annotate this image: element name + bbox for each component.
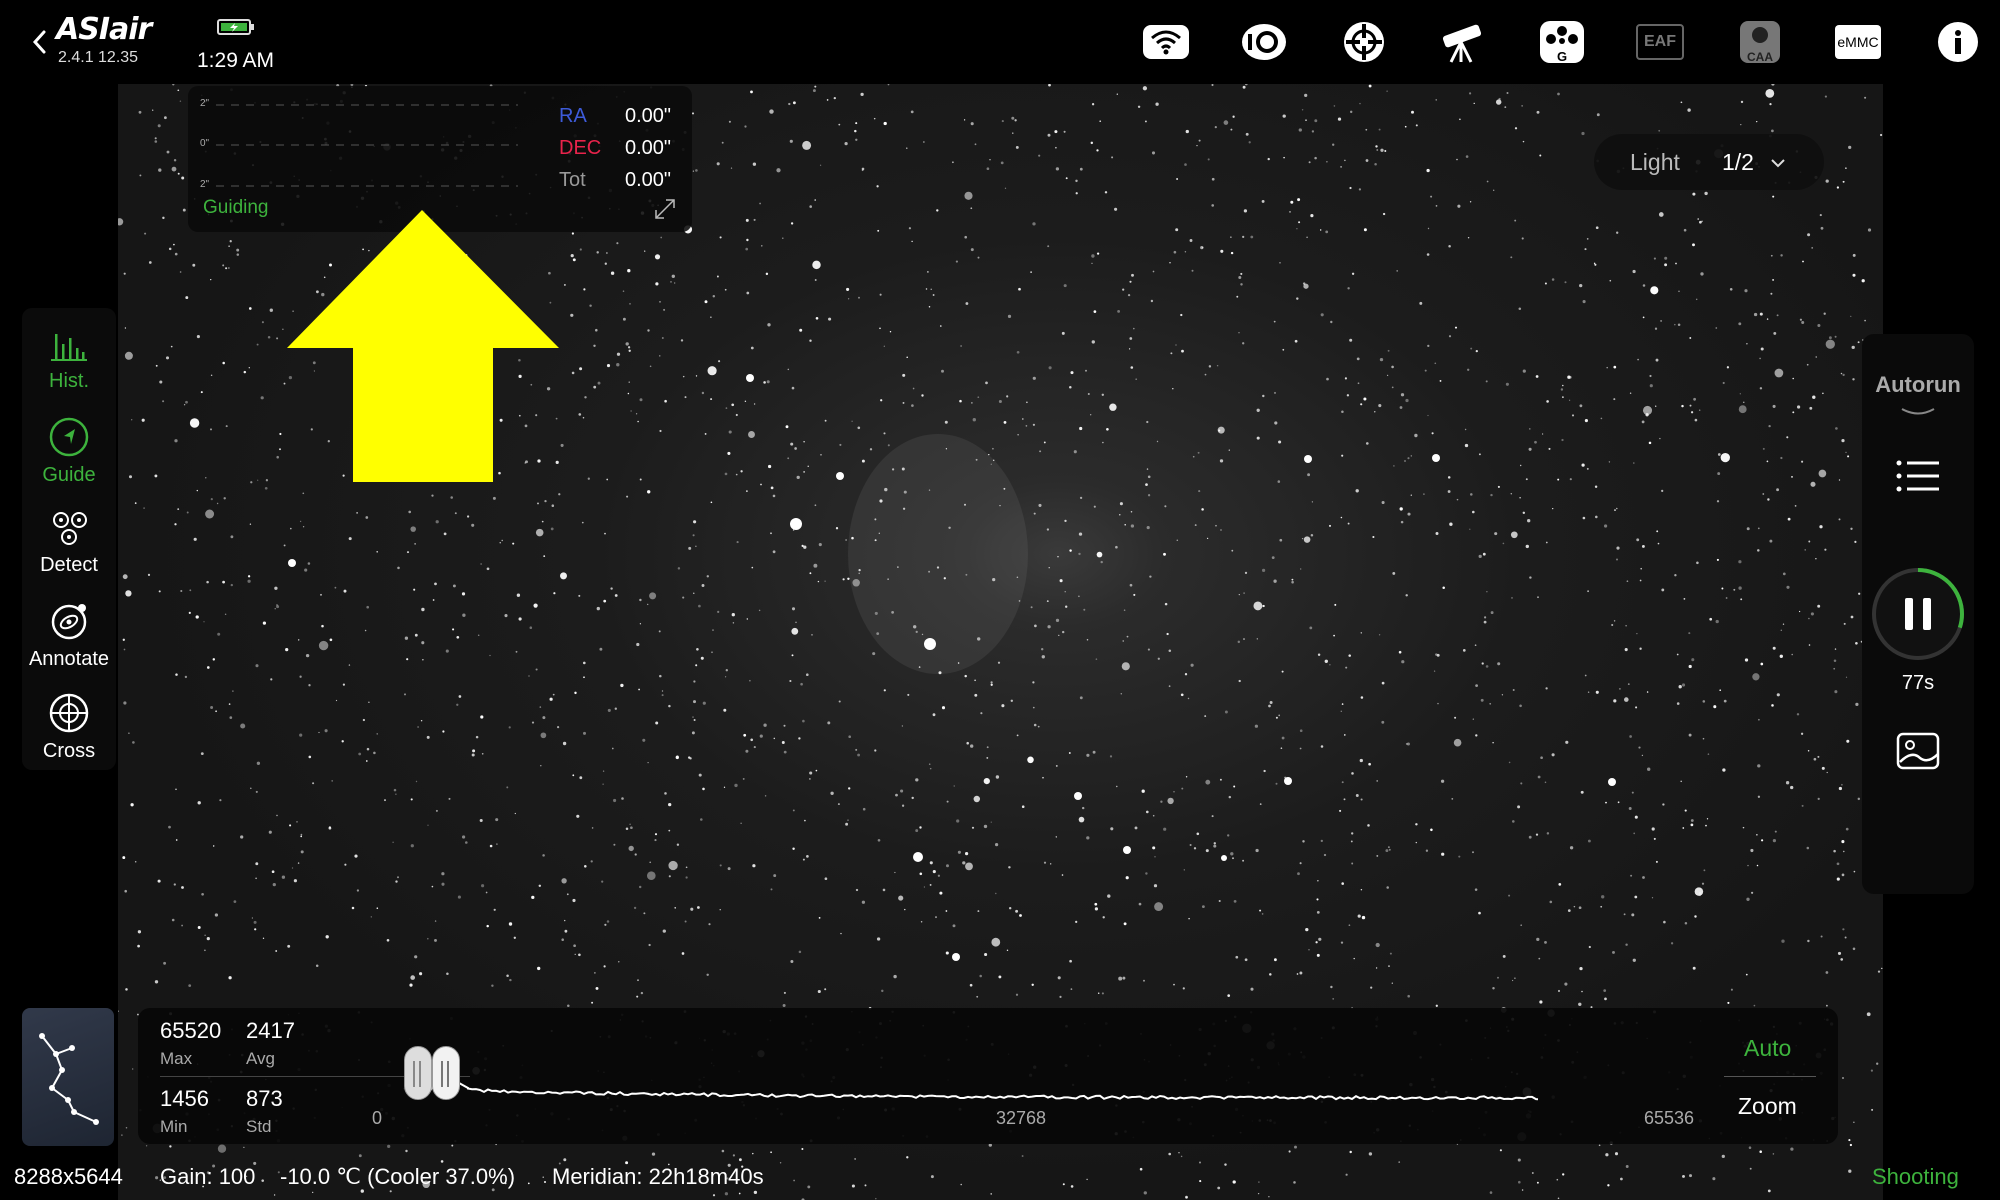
wifi-icon[interactable] <box>1140 18 1192 66</box>
info-icon[interactable] <box>1932 18 1984 66</box>
sidebar-label-hist: Hist. <box>49 370 89 392</box>
white-point-slider[interactable] <box>432 1046 460 1100</box>
status-resolution: 8288x5644 <box>14 1164 123 1189</box>
tot-label: Tot <box>559 169 586 191</box>
histogram-icon <box>51 334 87 361</box>
eaf-icon[interactable]: EAF <box>1634 18 1686 66</box>
left-sidebar: Hist. Guide Detect Annotate Cross <box>22 308 116 770</box>
guide-graph <box>216 104 518 187</box>
ra-value: 0.00" <box>625 105 672 127</box>
chevron-down-icon <box>1771 159 1785 168</box>
sidebar-label-detect: Detect <box>40 554 98 576</box>
sidebar-item-guide[interactable]: Guide <box>22 416 116 506</box>
hist-axis-min: 0 <box>372 1108 383 1128</box>
hist-button-divider <box>1724 1076 1816 1077</box>
caa-icon[interactable]: CAA <box>1734 18 1786 66</box>
annotate-icon <box>51 604 87 640</box>
list-icon[interactable] <box>1895 458 1941 494</box>
sidebar-label-cross: Cross <box>42 740 96 762</box>
autorun-chevron-icon[interactable] <box>1900 406 1936 418</box>
filter-wheel-icon[interactable]: G <box>1536 18 1588 66</box>
constellation-thumbnail[interactable] <box>22 1008 114 1146</box>
dec-value: 0.00" <box>625 137 672 159</box>
eaf-label: EAF <box>1644 33 1676 50</box>
tot-value: 0.00" <box>625 169 672 191</box>
histogram-graph[interactable] <box>138 1008 1538 1144</box>
frame-type-label: Light <box>1630 148 1680 175</box>
status-gain: Gain: 100 <box>160 1164 256 1189</box>
expand-icon[interactable] <box>654 198 676 220</box>
guide-scale-bottom: 2" <box>200 179 210 190</box>
filter-label: G <box>1556 49 1568 64</box>
annotation-arrow <box>287 210 559 482</box>
battery-icon <box>217 19 254 35</box>
exposure-remaining: 77s <box>1901 672 1935 694</box>
back-icon[interactable] <box>30 28 50 56</box>
clock: 1:29 AM <box>197 49 275 72</box>
black-point-slider[interactable] <box>404 1046 432 1100</box>
emmc-label: eMMC <box>1837 34 1879 50</box>
status-meridian: Meridian: 22h18m40s <box>552 1164 764 1189</box>
sidebar-item-cross[interactable]: Cross <box>22 692 116 782</box>
status-temperature: -10.0 ℃ (Cooler 37.0%) <box>280 1164 516 1189</box>
detect-icon <box>53 512 87 545</box>
camera-icon[interactable] <box>1238 18 1290 66</box>
sidebar-item-annotate[interactable]: Annotate <box>22 600 116 690</box>
autorun-label[interactable]: Autorun <box>1862 372 1974 398</box>
guide-scale-mid: 0" <box>200 138 210 149</box>
sidebar-item-hist[interactable]: Hist. <box>22 324 116 414</box>
status-bar: 8288x5644 Gain: 100 -10.0 ℃ (Cooler 37.0… <box>0 1158 2000 1200</box>
guide-scale-top: 2" <box>200 98 210 109</box>
status-state: Shooting <box>1872 1164 1959 1189</box>
gallery-icon[interactable] <box>1896 732 1940 772</box>
hist-axis-mid: 32768 <box>996 1108 1047 1128</box>
ra-label: RA <box>559 105 587 127</box>
top-bar: ASIair 2.4.1 12.35 1:29 AM G EAF CAA eMM… <box>0 0 2000 84</box>
dec-label: DEC <box>559 137 602 159</box>
guide-icon <box>49 417 89 457</box>
right-sidebar: Autorun 77s <box>1862 334 1974 894</box>
auto-stretch-button[interactable]: Auto <box>1744 1035 1791 1062</box>
emmc-icon[interactable]: eMMC <box>1832 18 1884 66</box>
hist-axis-max: 65536 <box>1644 1108 1695 1128</box>
app-logo: ASIair <box>56 12 152 47</box>
histogram-panel: 65520 Max 2417 Avg 1456 Min 873 Std 0 32… <box>138 1008 1838 1144</box>
zoom-button[interactable]: Zoom <box>1738 1093 1797 1120</box>
constellation-icon <box>39 1033 99 1125</box>
app-version: 2.4.1 12.35 <box>58 49 139 66</box>
crosshair-icon <box>49 693 89 733</box>
pause-button[interactable] <box>1870 566 1966 662</box>
guide-camera-icon[interactable] <box>1338 18 1390 66</box>
guide-status: Guiding <box>203 197 269 218</box>
sidebar-label-annotate: Annotate <box>28 648 110 670</box>
sidebar-item-detect[interactable]: Detect <box>22 508 116 598</box>
frame-type-select[interactable]: Light 1/2 <box>1594 134 1824 190</box>
sidebar-label-guide: Guide <box>42 464 96 486</box>
caa-label: CAA <box>1747 50 1773 64</box>
frame-count: 1/2 <box>1722 148 1754 175</box>
mount-icon[interactable] <box>1436 18 1488 66</box>
